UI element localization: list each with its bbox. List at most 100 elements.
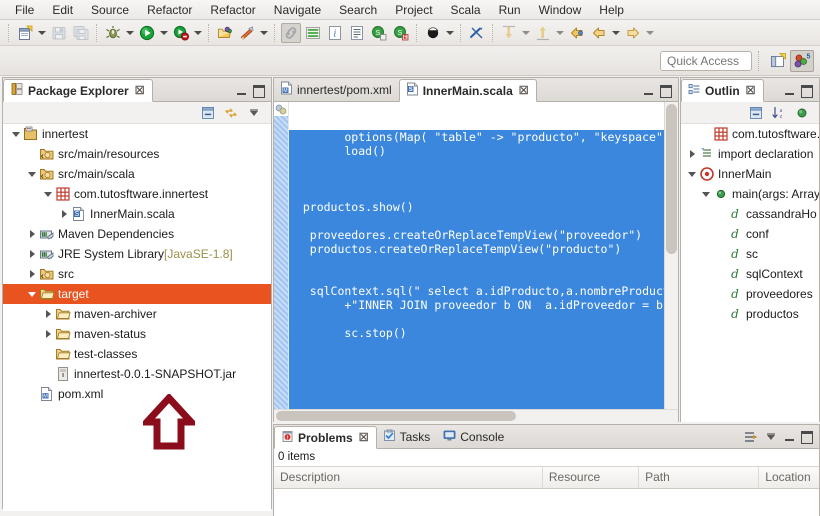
menu-project[interactable]: Project (386, 1, 441, 19)
open-type-icon[interactable] (215, 23, 235, 43)
editor-horizontal-scrollbar[interactable] (274, 409, 678, 422)
expand-arrow-down-icon[interactable] (41, 184, 55, 204)
minimize-button[interactable] (642, 85, 655, 98)
code-text[interactable]: options(Map( "table" -> "producto", "key… (289, 102, 678, 422)
tree-item-target[interactable]: target (3, 284, 271, 304)
expand-arrow-down-icon[interactable] (699, 184, 713, 204)
maximize-button[interactable] (800, 430, 813, 444)
link-with-editor-icon[interactable] (223, 105, 239, 121)
tab-package-explorer[interactable]: Package Explorer ☒ (3, 79, 153, 102)
tab-problems[interactable]: ! Problems ☒ (274, 426, 377, 449)
open-perspective-icon[interactable] (766, 50, 790, 72)
menu-scala[interactable]: Scala (442, 1, 490, 19)
outline-item-proveedores[interactable]: d proveedores (681, 284, 819, 304)
run-coverage-icon[interactable] (171, 23, 191, 43)
forward-icon[interactable] (623, 23, 643, 43)
javadoc-icon[interactable]: i (325, 23, 345, 43)
expand-arrow-down-icon[interactable] (25, 284, 39, 304)
save-all-icon[interactable] (71, 23, 91, 43)
menu-source[interactable]: Source (82, 1, 138, 19)
maximize-button[interactable] (800, 85, 813, 98)
hide-icon[interactable] (467, 23, 487, 43)
new-scala-dropdown-icon[interactable] (258, 23, 270, 43)
tree-item-maven-status[interactable]: maven-status (3, 324, 271, 344)
outline-item-com-tutosftware-i[interactable]: com.tutosftware.i (681, 124, 819, 144)
outline-item-innermain[interactable]: InnerMain (681, 164, 819, 184)
expand-arrow-down-icon[interactable] (685, 164, 699, 184)
menu-refactor-2[interactable]: Refactor (201, 1, 264, 19)
expand-arrow-right-icon[interactable] (25, 264, 39, 284)
outline-item-sc[interactable]: d sc (681, 244, 819, 264)
minimize-button[interactable] (235, 85, 248, 98)
tree-item-src-main-scala[interactable]: src/main/scala (3, 164, 271, 184)
tree-item-innertest-0-0-1-snapshot-jar[interactable]: innertest-0.0.1-SNAPSHOT.jar (3, 364, 271, 384)
close-icon[interactable]: ☒ (519, 84, 529, 97)
outline-item-conf[interactable]: d conf (681, 224, 819, 244)
minimize-button[interactable] (783, 431, 796, 444)
maximize-button[interactable] (252, 85, 265, 98)
back-history-icon[interactable] (589, 23, 609, 43)
close-icon[interactable]: ☒ (746, 84, 756, 97)
down-anchor-icon[interactable] (499, 23, 519, 43)
menu-run[interactable]: Run (490, 1, 530, 19)
view-menu-icon[interactable] (763, 429, 779, 445)
menu-help[interactable]: Help (590, 1, 633, 19)
forward-dropdown-icon[interactable] (644, 23, 656, 43)
column-header-location[interactable]: Location (759, 467, 819, 488)
tab-tasks[interactable]: Tasks (377, 425, 438, 448)
tree-item-jre-system-library[interactable]: JRE System Library [JavaSE-1.8] (3, 244, 271, 264)
sort-icon[interactable]: a z (771, 105, 787, 121)
tree-item-maven-dependencies[interactable]: Maven Dependencies (3, 224, 271, 244)
expand-arrow-right-icon[interactable] (41, 304, 55, 324)
tree-item-test-classes[interactable]: test-classes (3, 344, 271, 364)
perspective-dropdown-icon[interactable] (444, 23, 456, 43)
save-icon[interactable] (49, 23, 69, 43)
expand-arrow-right-icon[interactable] (25, 224, 39, 244)
down-anchor-dropdown-icon[interactable] (520, 23, 532, 43)
tab-innermain-scala[interactable]: S InnerMain.scala ☒ (398, 79, 537, 102)
scrollbar-thumb[interactable] (666, 104, 677, 254)
expand-arrow-right-icon[interactable] (57, 204, 71, 224)
run-icon[interactable] (137, 23, 157, 43)
expand-arrow-right-icon[interactable] (41, 324, 55, 344)
menu-navigate[interactable]: Navigate (265, 1, 330, 19)
view-menu-icon[interactable] (246, 105, 262, 121)
back-icon[interactable] (567, 23, 587, 43)
scala-error-icon[interactable]: S E (391, 23, 411, 43)
new-wizard-icon[interactable] (15, 23, 35, 43)
collapse-all-icon[interactable] (748, 105, 764, 121)
expand-arrow-right-icon[interactable] (25, 244, 39, 264)
up-anchor-icon[interactable] (533, 23, 553, 43)
expand-arrow-down-icon[interactable] (9, 124, 23, 144)
minimize-button[interactable] (783, 85, 796, 98)
problems-table-body[interactable] (274, 489, 819, 516)
run-coverage-dropdown-icon[interactable] (192, 23, 204, 43)
scala-search-icon[interactable]: S (369, 23, 389, 43)
tab-outline[interactable]: Outlin ☒ (681, 79, 764, 102)
column-header-resource[interactable]: Resource (543, 467, 640, 488)
outline-item-import-declaration[interactable]: import declaration (681, 144, 819, 164)
tab-innertest-pom-xml[interactable]: M innertest/pom.xml (274, 78, 399, 101)
close-icon[interactable]: ☒ (135, 84, 145, 97)
outline-tree[interactable]: com.tutosftware.i import declaration Inner… (681, 124, 819, 422)
maximize-button[interactable] (659, 85, 672, 98)
properties-icon[interactable] (347, 23, 367, 43)
menu-window[interactable]: Window (530, 1, 591, 19)
editor-gutter[interactable] (274, 102, 289, 422)
new-wizard-dropdown-icon[interactable] (36, 23, 48, 43)
outline-item-cassandraho[interactable]: d cassandraHo (681, 204, 819, 224)
task-list-icon[interactable] (303, 23, 323, 43)
tree-item-com-tutosftware-innertest[interactable]: com.tutosftware.innertest (3, 184, 271, 204)
column-header-path[interactable]: Path (639, 467, 760, 488)
quick-access-input[interactable] (660, 50, 752, 71)
back-history-dropdown-icon[interactable] (610, 23, 622, 43)
package-explorer-tree[interactable]: innertest src/main/resources src/main/scal… (3, 124, 271, 511)
run-dropdown-icon[interactable] (158, 23, 170, 43)
tree-item-src[interactable]: src (3, 264, 271, 284)
hide-fields-icon[interactable] (794, 105, 810, 121)
column-header-description[interactable]: Description (274, 467, 543, 488)
expand-arrow-down-icon[interactable] (25, 164, 39, 184)
outline-item-main-args-array[interactable]: main(args: Array (681, 184, 819, 204)
new-scala-icon[interactable] (237, 23, 257, 43)
scala-perspective-icon[interactable]: 5 (790, 49, 814, 72)
